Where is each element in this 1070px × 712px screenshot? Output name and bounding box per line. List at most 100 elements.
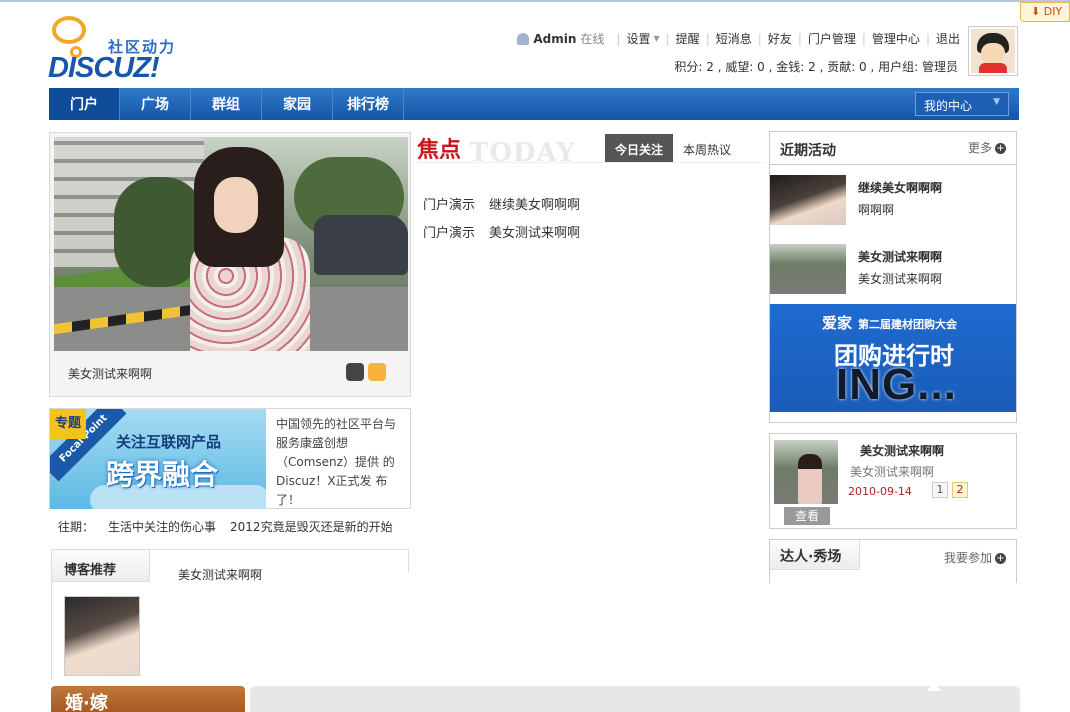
slide-pager — [346, 363, 386, 381]
tab-week-hot[interactable]: 本周热议 — [673, 134, 741, 162]
page-2-button[interactable]: 2 — [952, 482, 968, 498]
featured-image[interactable] — [774, 440, 838, 504]
ad-brand: 爱家 — [822, 314, 853, 332]
focus-item-category[interactable]: 门户演示 — [423, 198, 475, 213]
discuz-logo[interactable]: 社区动力 DISCUZ! — [48, 14, 188, 84]
blog-post-link[interactable]: 美女测试来啊啊 — [178, 566, 262, 583]
nav-groups[interactable]: 群组 — [191, 88, 262, 120]
featured-post: 查看 美女测试来啊啊 美女测试来啊啊 2010-09-14 1 2 — [769, 433, 1017, 529]
my-center-label: 我的中心 — [924, 99, 973, 113]
messages-link[interactable]: 短消息 — [716, 30, 752, 47]
my-center-dropdown[interactable]: 我的中心 ▼ — [915, 92, 1009, 116]
activity-title[interactable]: 继续美女啊啊啊 — [858, 179, 942, 196]
friends-link[interactable]: 好友 — [768, 30, 792, 47]
admin-center-link[interactable]: 管理中心 — [872, 30, 920, 47]
avatar[interactable] — [968, 26, 1018, 76]
activity-item: 美女测试来啊啊 美女测试来啊啊 — [770, 244, 1016, 300]
avatar-image — [971, 29, 1015, 73]
slide-caption[interactable]: 美女测试来啊啊 — [68, 365, 152, 382]
blog-recommend: 博客推荐 美女测试来啊啊 — [51, 549, 409, 682]
topic-banner[interactable]: Focal Point 专题 关注互联网产品 跨界融合 — [50, 409, 266, 509]
plus-icon: + — [995, 143, 1006, 154]
featured-date: 2010-09-14 — [848, 485, 912, 498]
plus-icon: + — [995, 553, 1006, 564]
nav-plaza[interactable]: 广场 — [120, 88, 191, 120]
ad-event: 第二届建材团购大会 — [858, 318, 957, 331]
online-status: 在线 — [580, 32, 605, 46]
activity-item: 继续美女啊啊啊 啊啊啊 — [770, 175, 1016, 231]
chevron-down-icon: ▼ — [993, 97, 1000, 107]
ad-big-text: ING... — [836, 360, 957, 409]
join-link[interactable]: 我要参加 + — [944, 549, 1006, 566]
user-credits[interactable]: 积分: 2 , 威望: 0 , 金钱: 2 , 贡献: 0 , 用户组: 管理员 — [674, 58, 958, 75]
topic-feature: Focal Point 专题 关注互联网产品 跨界融合 中国领先的社区平台与服务… — [49, 408, 411, 509]
focus-item-title[interactable]: 美女测试来啊啊 — [489, 226, 580, 241]
focus-item-category[interactable]: 门户演示 — [423, 226, 475, 241]
topic-title-big: 跨界融合 — [106, 458, 219, 491]
tab-today[interactable]: 今日关注 — [605, 134, 674, 162]
diy-label: DIY — [1043, 5, 1063, 18]
activity-desc: 美女测试来啊啊 — [858, 272, 943, 286]
separator: | — [925, 31, 930, 46]
username-link[interactable]: Admin — [533, 32, 576, 46]
focus-item: 门户演示 美女测试来啊啊 — [423, 222, 580, 241]
top-border — [0, 0, 1070, 2]
view-button[interactable]: 查看 — [784, 507, 830, 525]
featured-pager: 1 2 — [932, 482, 968, 498]
user-nav: Admin 在线 | 设置 ▼ | 提醒 | 短消息 | 好友 | 门户管理 | … — [517, 30, 960, 47]
group-buy-ad[interactable]: 爱家 第二届建材团购大会 团购进行时 ING... — [770, 304, 1016, 412]
past-topics: 往期： 生活中关注的伤心事 2012究竟是毁灭还是新的开始 — [58, 518, 407, 535]
slideshow: 美女测试来啊啊 — [49, 132, 411, 397]
talent-show: 达人·秀场 我要参加 + — [769, 539, 1017, 583]
blog-thumbnail[interactable] — [64, 596, 140, 676]
logo-wordmark: DISCUZ! — [48, 52, 160, 84]
more-label: 更多 — [967, 141, 992, 155]
settings-link[interactable]: 设置 — [626, 30, 650, 47]
more-link[interactable]: 更多 + — [968, 139, 1006, 156]
settings-caret-icon[interactable]: ▼ — [653, 34, 659, 43]
separator: | — [705, 31, 710, 46]
separator: | — [797, 31, 802, 46]
recent-activities: 近期活动 更多 + 继续美女啊啊啊 啊啊啊 美女测试来啊啊 美女测试来啊啊 爱家 … — [769, 131, 1017, 423]
band-pointer — [927, 683, 941, 691]
activity-title[interactable]: 美女测试来啊啊 — [858, 248, 942, 265]
focus-item-title[interactable]: 继续美女啊啊啊 — [489, 198, 580, 213]
page-1-button[interactable]: 1 — [932, 482, 948, 498]
main-nav: 门户 广场 群组 家园 排行榜 我的中心 ▼ — [49, 88, 1019, 120]
focus-watermark: TODAY — [469, 138, 576, 168]
nav-home[interactable]: 家园 — [262, 88, 333, 120]
join-label: 我要参加 — [943, 551, 992, 565]
logout-link[interactable]: 退出 — [936, 30, 960, 47]
wedding-section-tab[interactable]: 婚·嫁 — [51, 686, 245, 712]
focus-item: 门户演示 继续美女啊啊啊 — [423, 194, 580, 213]
past-label: 往期： — [58, 520, 95, 534]
topic-title-small: 关注互联网产品 — [116, 433, 222, 451]
slide-dot-2[interactable] — [368, 363, 386, 381]
talent-title[interactable]: 达人·秀场 — [770, 540, 860, 570]
focus-tabs: 今日关注 本周热议 — [605, 134, 741, 162]
user-icon — [517, 32, 530, 45]
portal-admin-link[interactable]: 门户管理 — [808, 30, 856, 47]
activities-title: 近期活动 — [780, 143, 836, 159]
activity-thumbnail[interactable] — [770, 244, 846, 294]
section-header-band — [250, 686, 1020, 712]
diy-button[interactable]: ⬇ DIY — [1020, 2, 1070, 22]
past-topic-link[interactable]: 生活中关注的伤心事 — [108, 518, 216, 535]
blog-title[interactable]: 博客推荐 — [52, 550, 150, 582]
focus-section: TODAY 焦点 今日关注 本周热议 门户演示 继续美女啊啊啊 门户演示 美女测试来… — [417, 132, 765, 252]
activity-thumbnail[interactable] — [770, 175, 846, 225]
topic-tag: 专题 — [50, 409, 86, 439]
notifications-link[interactable]: 提醒 — [676, 30, 700, 47]
separator: | — [616, 31, 621, 46]
featured-title[interactable]: 美女测试来啊啊 — [860, 442, 944, 459]
separator: | — [861, 31, 866, 46]
separator: | — [665, 31, 670, 46]
featured-subtitle: 美女测试来啊啊 — [850, 465, 935, 479]
nav-ranking[interactable]: 排行榜 — [333, 88, 404, 120]
nav-portal[interactable]: 门户 — [49, 88, 120, 120]
past-topic-link[interactable]: 2012究竟是毁灭还是新的开始 — [230, 518, 393, 535]
slide-photo[interactable] — [54, 137, 408, 351]
activity-desc: 啊啊啊 — [858, 203, 895, 217]
topic-description: 中国领先的社区平台与服务康盛创想（Comsenz）提供 的Discuz！X正式发… — [276, 417, 397, 507]
slide-dot-1[interactable] — [346, 363, 364, 381]
